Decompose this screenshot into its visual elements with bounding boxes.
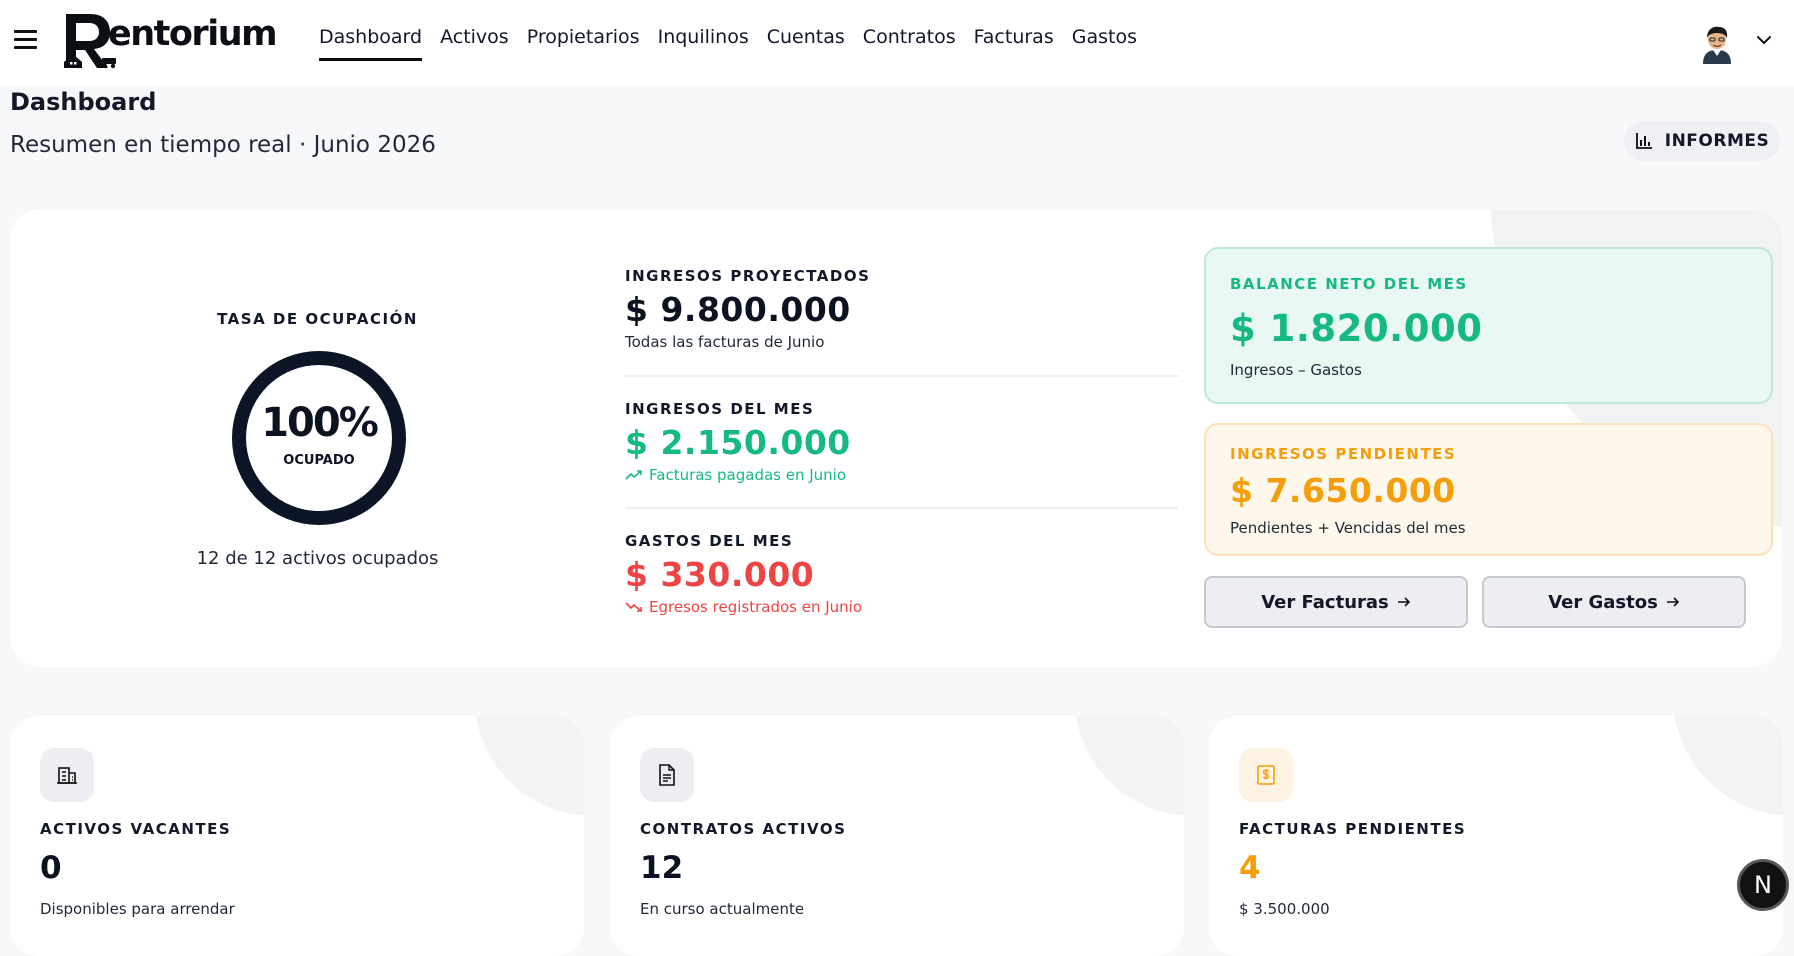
- metric-value: $ 9.800.000: [625, 290, 851, 329]
- bar-chart-icon: [1635, 133, 1652, 149]
- informes-label: INFORMES: [1664, 131, 1770, 151]
- stat-note: Disponibles para arrendar: [40, 900, 235, 918]
- nav-activos[interactable]: Activos: [440, 26, 509, 61]
- stat-note: $ 3.500.000: [1239, 900, 1330, 918]
- chevron-down-icon[interactable]: [1754, 30, 1774, 50]
- metric-expenses: GASTOS DEL MES $ 330.000 Egresos registr…: [625, 532, 1178, 616]
- nav-facturas[interactable]: Facturas: [974, 26, 1054, 61]
- nav-gastos[interactable]: Gastos: [1072, 26, 1137, 61]
- invoice-dollar-icon: [1239, 748, 1293, 802]
- ver-gastos-label: Ver Gastos: [1548, 591, 1658, 613]
- divider: [625, 507, 1178, 509]
- nav-inquilinos[interactable]: Inquilinos: [658, 26, 749, 61]
- metric-label: INGRESOS DEL MES: [625, 400, 815, 418]
- pending-value: $ 7.650.000: [1230, 471, 1456, 510]
- stat-label: ACTIVOS VACANTES: [40, 820, 232, 838]
- top-header: entorium Dashboard Activos Propietarios …: [0, 0, 1794, 86]
- stat-note: En curso actualmente: [640, 900, 805, 918]
- trending-down-icon: [625, 602, 642, 612]
- ver-facturas-label: Ver Facturas: [1261, 591, 1389, 613]
- stat-value: 0: [40, 850, 62, 886]
- stat-label: CONTRATOS ACTIVOS: [640, 820, 847, 838]
- nav-contratos[interactable]: Contratos: [863, 26, 956, 61]
- main-nav: Dashboard Activos Propietarios Inquilino…: [319, 26, 1155, 61]
- decorative-shape: [1673, 716, 1783, 816]
- informes-button[interactable]: INFORMES: [1624, 121, 1780, 161]
- metric-projected: INGRESOS PROYECTADOS $ 9.800.000 Todas l…: [625, 267, 1178, 351]
- stat-card-contracts: CONTRATOS ACTIVOS 12 En curso actualment…: [610, 716, 1184, 956]
- trending-up-icon: [625, 470, 642, 480]
- arrow-right-icon: [1666, 597, 1679, 607]
- balance-note: Ingresos – Gastos: [1230, 361, 1362, 379]
- pending-label: INGRESOS PENDIENTES: [1230, 445, 1457, 463]
- user-avatar[interactable]: [1695, 20, 1739, 64]
- metric-note-text: Facturas pagadas en Junio: [649, 466, 847, 484]
- logo-text: entorium: [108, 14, 278, 54]
- summary-card: TASA DE OCUPACIÓN 100% OCUPADO 12 de 12 …: [10, 210, 1782, 667]
- stat-value: 4: [1239, 850, 1261, 886]
- occupancy-count: 12 de 12 activos ocupados: [196, 548, 439, 569]
- document-icon: [640, 748, 694, 802]
- metric-note: Todas las facturas de Junio: [625, 333, 1178, 351]
- menu-icon[interactable]: [14, 30, 37, 50]
- metric-note-text: Egresos registrados en Junio: [649, 598, 863, 616]
- next-dev-badge[interactable]: N: [1737, 859, 1789, 911]
- stat-label: FACTURAS PENDIENTES: [1239, 820, 1467, 838]
- nav-propietarios[interactable]: Propietarios: [527, 26, 640, 61]
- page-subtitle: Resumen en tiempo real · Junio 2026: [10, 132, 436, 158]
- arrow-right-icon: [1397, 597, 1410, 607]
- ver-facturas-button[interactable]: Ver Facturas: [1204, 576, 1468, 628]
- stat-card-invoices: FACTURAS PENDIENTES 4 $ 3.500.000: [1209, 716, 1783, 956]
- decorative-shape: [1074, 716, 1184, 816]
- pending-box: INGRESOS PENDIENTES $ 7.650.000 Pendient…: [1204, 423, 1773, 556]
- metric-income: INGRESOS DEL MES $ 2.150.000 Facturas pa…: [625, 400, 1178, 484]
- ver-gastos-button[interactable]: Ver Gastos: [1482, 576, 1746, 628]
- nav-dashboard[interactable]: Dashboard: [319, 26, 423, 61]
- occupancy-status: OCUPADO: [283, 453, 355, 468]
- stat-value: 12: [640, 850, 684, 886]
- metric-value: $ 2.150.000: [625, 423, 851, 462]
- balance-label: BALANCE NETO DEL MES: [1230, 275, 1468, 293]
- page-title: Dashboard: [10, 88, 157, 116]
- occupancy-label: TASA DE OCUPACIÓN: [217, 310, 418, 328]
- stat-card-vacant: ACTIVOS VACANTES 0 Disponibles para arre…: [10, 716, 584, 956]
- metric-note: Facturas pagadas en Junio: [625, 466, 1178, 484]
- balance-value: $ 1.820.000: [1230, 307, 1483, 350]
- metric-note: Egresos registrados en Junio: [625, 598, 1178, 616]
- metric-value: $ 330.000: [625, 555, 815, 594]
- pending-note: Pendientes + Vencidas del mes: [1230, 519, 1466, 537]
- metric-label: INGRESOS PROYECTADOS: [625, 267, 871, 285]
- nav-cuentas[interactable]: Cuentas: [767, 26, 845, 61]
- building-icon: [40, 748, 94, 802]
- decorative-shape: [474, 716, 584, 816]
- divider: [625, 375, 1178, 377]
- badge-letter: N: [1754, 871, 1772, 899]
- occupancy-percent: 100%: [261, 400, 379, 446]
- app-logo[interactable]: entorium: [64, 12, 294, 70]
- balance-box: BALANCE NETO DEL MES $ 1.820.000 Ingreso…: [1204, 247, 1773, 404]
- metric-note-text: Todas las facturas de Junio: [625, 333, 825, 351]
- metric-label: GASTOS DEL MES: [625, 532, 794, 550]
